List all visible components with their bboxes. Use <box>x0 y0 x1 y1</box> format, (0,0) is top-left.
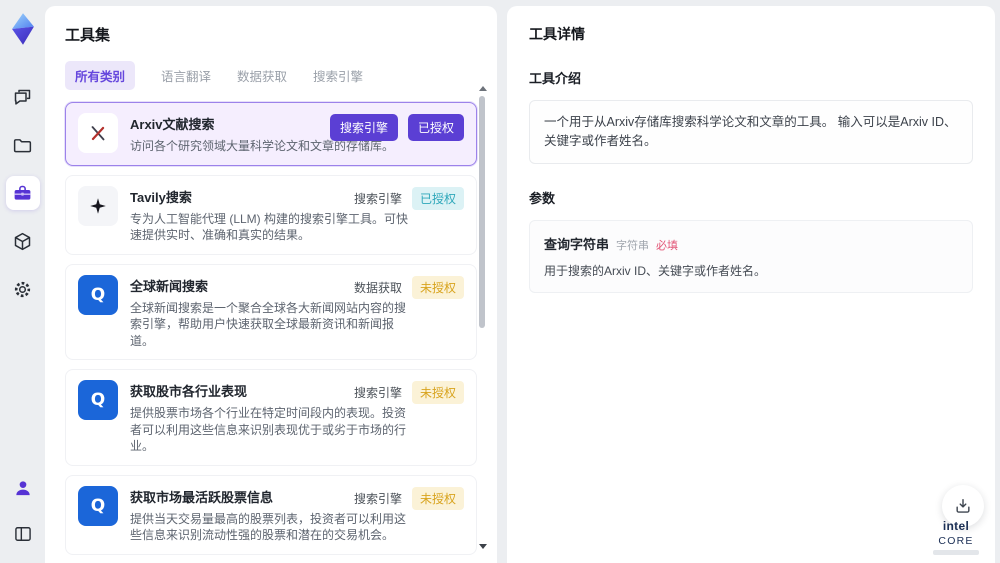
category-label: 搜索引擎 <box>353 191 402 206</box>
page-title: 工具集 <box>65 27 111 44</box>
gear-icon <box>12 279 33 300</box>
panel-toggle-icon <box>13 524 33 544</box>
sidebar-item-tools[interactable] <box>5 176 40 210</box>
params-heading: 参数 <box>529 190 556 206</box>
sidebar-item-packages[interactable] <box>6 224 40 258</box>
auth-status-badge: 未授权 <box>411 381 464 405</box>
category-badge: 搜索引擎 <box>329 114 398 141</box>
category-tabs: 所有类别 语言翻译 数据获取 搜索引擎 <box>65 61 477 90</box>
toolbox-icon <box>12 183 33 204</box>
cube-icon <box>12 231 33 252</box>
sidebar-item-collapse[interactable] <box>6 517 40 551</box>
list-scrollbar[interactable] <box>478 86 487 549</box>
chat-icon <box>12 87 33 108</box>
parameter-item: 查询字符串 字符串 必填 用于搜索的Arxiv ID、关键字或作者姓名。 <box>529 219 973 293</box>
blue-q-logo-icon: Q <box>78 380 118 421</box>
intel-core-logo: intel CORE <box>924 519 988 555</box>
param-description: 用于搜索的Arxiv ID、关键字或作者姓名。 <box>544 263 767 278</box>
tab-search-engine[interactable]: 搜索引擎 <box>313 61 363 90</box>
tool-list-item-most-active-stocks[interactable]: Q 获取市场最活跃股票信息 提供当天交易量最高的股票列表，投资者可以利用这些信息… <box>65 474 477 556</box>
tool-list-item-global-news[interactable]: Q 全球新闻搜索 全球新闻搜索是一个聚合全球各大新闻网站内容的搜索引擎，帮助用户… <box>65 263 477 361</box>
category-label: 搜索引擎 <box>353 386 402 401</box>
tool-list: Arxiv文献搜索 访问各个研究领域大量科学论文和文章的存储库。 搜索引擎 已授… <box>65 102 477 563</box>
sidebar-item-settings[interactable] <box>6 272 40 306</box>
intro-text: 一个用于从Arxiv存储库搜索科学论文和文章的工具。 输入可以是Arxiv ID… <box>529 100 973 164</box>
tool-detail-panel: 工具详情 工具介绍 一个用于从Arxiv存储库搜索科学论文和文章的工具。 输入可… <box>507 6 995 563</box>
intro-heading: 工具介绍 <box>529 71 582 86</box>
scrollbar-thumb[interactable] <box>479 96 485 328</box>
auth-status-badge: 已授权 <box>407 114 464 141</box>
tool-description: 全球新闻搜索是一个聚合全球各大新闻网站内容的搜索引擎，帮助用户快速获取全球最新资… <box>130 300 407 348</box>
core-brand-text: CORE <box>938 535 974 547</box>
tool-list-item-tavily[interactable]: Tavily搜索 专为人工智能代理 (LLM) 构建的搜索引擎工具。可快速提供实… <box>65 174 477 255</box>
auth-status-badge: 未授权 <box>411 486 464 510</box>
detail-title: 工具详情 <box>529 26 585 42</box>
tool-description: 专为人工智能代理 (LLM) 构建的搜索引擎工具。可快速提供实时、准确和真实的结… <box>130 211 409 243</box>
blue-q-logo-icon: Q <box>78 485 118 526</box>
param-name: 查询字符串 <box>544 236 610 252</box>
auth-status-badge: 已授权 <box>411 186 464 210</box>
auth-status-badge: 未授权 <box>411 275 464 299</box>
tool-list-item-sector-performance[interactable]: Q 获取股市各行业表现 提供股票市场各个行业在特定时间段内的表现。投资者可以利用… <box>65 369 477 466</box>
scrollbar-up-arrow-icon[interactable] <box>479 86 487 91</box>
scrollbar-down-arrow-icon[interactable] <box>479 544 487 549</box>
arxiv-logo-icon <box>78 113 118 153</box>
intel-brand-text: intel <box>942 519 970 533</box>
param-type: 字符串 <box>616 239 650 252</box>
sidebar-item-files[interactable] <box>6 128 40 162</box>
tab-language-translation[interactable]: 语言翻译 <box>161 61 211 90</box>
tavily-star-icon <box>78 185 118 226</box>
user-icon <box>13 478 33 498</box>
tool-description: 提供当天交易量最高的股票列表，投资者可以利用这些信息来识别流动性强的股票和潜在的… <box>130 511 407 543</box>
category-label: 数据获取 <box>353 280 402 295</box>
sidebar <box>0 0 45 563</box>
tab-all-categories[interactable]: 所有类别 <box>65 61 136 90</box>
tool-description: 提供股票市场各个行业在特定时间段内的表现。投资者可以利用这些信息来识别表现优于或… <box>130 406 407 454</box>
tab-data-fetch[interactable]: 数据获取 <box>237 61 287 90</box>
tool-list-panel: 工具集 所有类别 语言翻译 数据获取 搜索引擎 Arxiv文献搜索 访问各个研究… <box>45 6 497 563</box>
intel-logo-bar <box>933 550 979 555</box>
folder-icon <box>12 135 33 156</box>
param-required-flag: 必填 <box>656 239 679 252</box>
category-label: 搜索引擎 <box>353 491 402 506</box>
app-logo-icon <box>6 10 40 48</box>
tool-list-item-arxiv[interactable]: Arxiv文献搜索 访问各个研究领域大量科学论文和文章的存储库。 搜索引擎 已授… <box>65 102 477 166</box>
sidebar-item-chat[interactable] <box>6 80 40 114</box>
sidebar-item-account[interactable] <box>6 471 40 505</box>
download-icon <box>953 496 973 516</box>
blue-q-logo-icon: Q <box>78 274 118 315</box>
